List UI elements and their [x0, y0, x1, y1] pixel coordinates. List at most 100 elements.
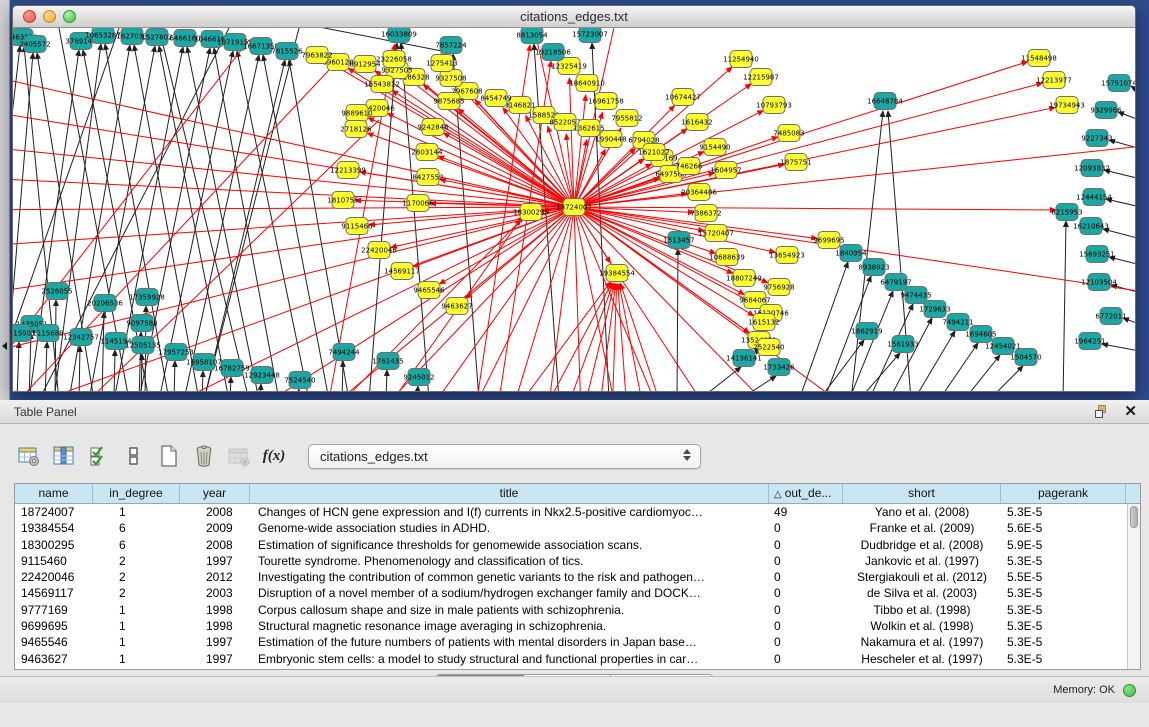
table-cell[interactable]: Corpus callosum shape and size in male p… — [250, 602, 769, 618]
table-row[interactable]: 946362711997Embryonic stem cells: a mode… — [15, 651, 1127, 667]
graph-node[interactable]: 2522540 — [753, 339, 784, 356]
table-row[interactable]: 1830029562008Estimation of significance … — [15, 537, 1127, 553]
table-cell[interactable]: 2009 — [180, 520, 250, 536]
table-cell[interactable]: 0 — [769, 634, 843, 650]
table-row[interactable]: 946554611997Estimation of the future num… — [15, 634, 1127, 650]
collapse-left-icon[interactable] — [2, 342, 7, 350]
table-row[interactable]: 1456911722003Disruption of a novel membe… — [15, 585, 1127, 601]
graph-node[interactable]: 8938923 — [858, 259, 889, 276]
graph-node[interactable]: 7524540 — [284, 372, 315, 389]
table-cell[interactable]: 0 — [769, 602, 843, 618]
table-row[interactable]: 969969511998Structural magnetic resonanc… — [15, 618, 1127, 634]
close-panel-icon[interactable]: ✕ — [1124, 402, 1137, 422]
graph-node[interactable]: 9327508 — [435, 70, 466, 87]
show-columns-button[interactable] — [49, 441, 79, 471]
table-cell[interactable]: 5.3E-5 — [1001, 553, 1126, 569]
table-row[interactable]: 911546021997Tourette syndrome. Phenomeno… — [15, 553, 1127, 569]
graph-node[interactable]: 8454749 — [480, 90, 511, 107]
graph-node[interactable]: 1115688 — [32, 325, 63, 342]
graph-node[interactable]: 7485083 — [773, 125, 804, 142]
table-cell[interactable]: 9699695 — [15, 618, 93, 634]
table-cell[interactable]: Embryonic stem cells: a model to study s… — [250, 651, 769, 667]
table-cell[interactable]: Disruption of a novel member of a sodium… — [250, 585, 769, 601]
graph-node[interactable]: 1990448 — [595, 131, 626, 148]
table-cell[interactable]: Investigating the contribution of common… — [250, 569, 769, 585]
column-header-in_degree[interactable]: in_degree — [93, 484, 180, 503]
table-cell[interactable]: 1 — [93, 634, 180, 650]
table-cell[interactable]: 5.3E-5 — [1001, 602, 1126, 618]
graph-node[interactable]: 9245012 — [403, 369, 434, 386]
graph-node[interactable]: 1810755 — [327, 192, 358, 209]
float-panel-icon[interactable] — [1095, 405, 1109, 419]
column-header-short[interactable]: short — [843, 484, 1001, 503]
select-rows-button[interactable] — [84, 441, 114, 471]
table-cell[interactable]: 1 — [93, 618, 180, 634]
graph-node[interactable]: 7955812 — [611, 110, 642, 127]
table-cell[interactable]: Dudbridge et al. (2008) — [843, 537, 1001, 553]
graph-node[interactable]: 1604957 — [710, 162, 741, 179]
network-graph-canvas[interactable]: 1872400718300295123254191864091016961758… — [13, 28, 1135, 391]
table-cell[interactable]: 2008 — [180, 537, 250, 553]
graph-node[interactable]: 9756928 — [763, 279, 794, 296]
table-mode-button[interactable] — [119, 441, 149, 471]
function-builder-button[interactable]: f(x) — [259, 441, 289, 471]
table-cell[interactable]: 5.3E-5 — [1001, 504, 1126, 520]
graph-node[interactable]: 1527602 — [141, 29, 172, 46]
graph-node[interactable]: 7494211 — [942, 314, 973, 331]
table-cell[interactable]: 5.3E-5 — [1001, 618, 1126, 634]
graph-node[interactable]: 1615132 — [748, 314, 779, 331]
table-cell[interactable]: 5.6E-5 — [1001, 520, 1126, 536]
table-cell[interactable]: Yano et al. (2008) — [843, 504, 1001, 520]
table-cell[interactable]: 49 — [769, 504, 843, 520]
table-settings-button[interactable] — [14, 441, 44, 471]
graph-node[interactable]: 9463627 — [441, 298, 472, 315]
table-cell[interactable]: Estimation of significance thresholds fo… — [250, 537, 769, 553]
graph-node[interactable]: 1862919 — [851, 323, 882, 340]
graph-node[interactable]: 9875685 — [433, 93, 464, 110]
graph-node[interactable]: 7963822 — [301, 47, 332, 64]
table-cell[interactable]: 9777169 — [15, 602, 93, 618]
table-cell[interactable]: 1997 — [180, 553, 250, 569]
table-cell[interactable]: Estimation of the future numbers of pati… — [250, 634, 769, 650]
column-header-out_de[interactable]: △out_de... — [769, 484, 843, 503]
table-cell[interactable]: 18300295 — [15, 537, 93, 553]
table-cell[interactable]: Wolkin et al. (1998) — [843, 618, 1001, 634]
graph-node[interactable]: 8215953 — [1051, 204, 1082, 221]
table-cell[interactable]: Franke et al. (2009) — [843, 520, 1001, 536]
graph-node[interactable]: 746266 — [676, 158, 703, 175]
graph-node[interactable]: 1964251 — [1074, 333, 1105, 350]
table-cell[interactable]: 1997 — [180, 651, 250, 667]
graph-node[interactable]: 1561933 — [887, 336, 918, 353]
table-cell[interactable]: 0 — [769, 618, 843, 634]
table-cell[interactable]: de Silva et al. (2003) — [843, 585, 1001, 601]
graph-node[interactable]: 1621022 — [638, 144, 669, 161]
column-header-year[interactable]: year — [180, 484, 250, 503]
table-cell[interactable]: 0 — [769, 651, 843, 667]
table-cell[interactable]: 5.9E-5 — [1001, 537, 1126, 553]
graph-node[interactable]: 1513457 — [663, 232, 694, 249]
table-cell[interactable]: 6 — [93, 520, 180, 536]
table-chooser-dropdown[interactable]: citations_edges.txt — [308, 444, 701, 469]
create-column-button[interactable] — [154, 441, 184, 471]
table-cell[interactable]: 19384554 — [15, 520, 93, 536]
table-cell[interactable]: 0 — [769, 553, 843, 569]
table-row[interactable]: 977716911998Corpus callosum shape and si… — [15, 602, 1127, 618]
table-cell[interactable]: Stergiakouli et al. (2012) — [843, 569, 1001, 585]
graph-node[interactable]: 8427552 — [412, 169, 443, 186]
table-cell[interactable]: 2012 — [180, 569, 250, 585]
table-cell[interactable]: Structural magnetic resonance image aver… — [250, 618, 769, 634]
table-cell[interactable]: 6 — [93, 537, 180, 553]
table-cell[interactable]: Nakamura et al. (1997) — [843, 634, 1001, 650]
panel-collapse-strip[interactable] — [0, 0, 10, 400]
graph-node[interactable]: 1275413 — [426, 55, 457, 72]
table-cell[interactable]: 1997 — [180, 634, 250, 650]
table-cell[interactable]: 9463627 — [15, 651, 93, 667]
graph-node[interactable]: 2526055 — [41, 283, 72, 300]
table-row[interactable]: 2242004622012Investigating the contribut… — [15, 569, 1127, 585]
table-cell[interactable]: 5.3E-5 — [1001, 651, 1126, 667]
graph-node[interactable]: 2405572 — [19, 36, 50, 53]
graph-node[interactable]: 1729633 — [919, 301, 950, 318]
table-cell[interactable]: 1 — [93, 651, 180, 667]
table-cell[interactable]: 22420046 — [15, 569, 93, 585]
table-row[interactable]: 1938455462009Genome-wide association stu… — [15, 520, 1127, 536]
